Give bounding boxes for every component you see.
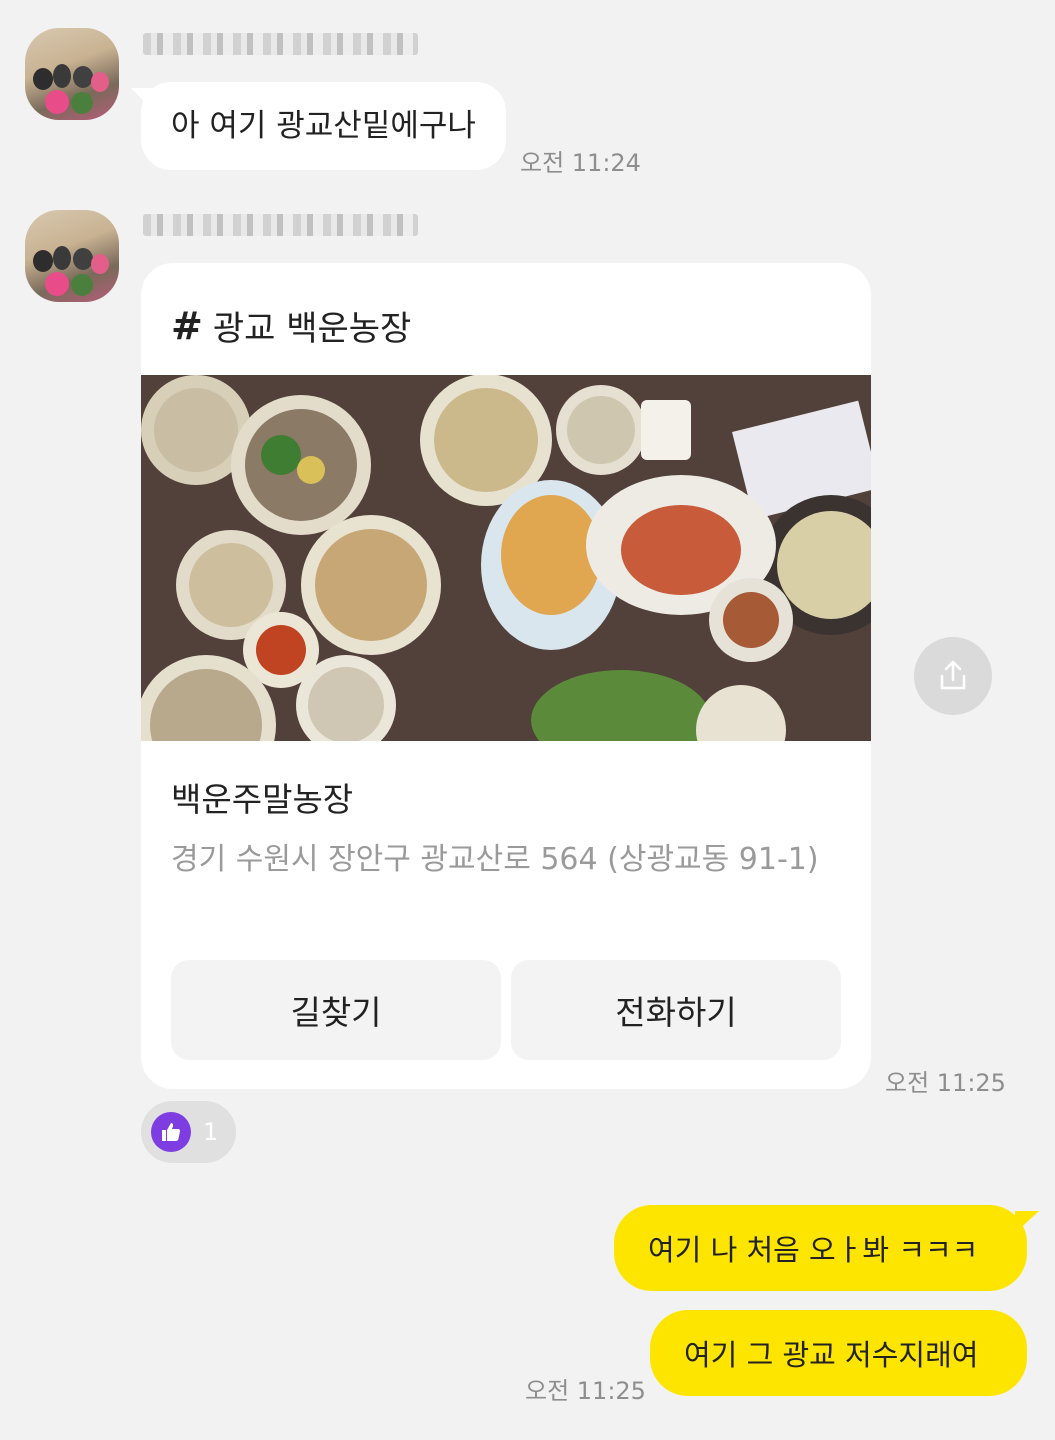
food-table-illustration (141, 374, 871, 795)
place-name: 백운주말농장 (171, 780, 354, 819)
place-photo[interactable] (141, 374, 871, 795)
card-title-text: 광교 백운농장 (212, 309, 412, 349)
message-text: 여기 나 처음 오ㅏ봐 ㅋㅋㅋ (648, 1233, 979, 1267)
message-text: 여기 그 광교 저수지래여 (684, 1338, 979, 1372)
share-icon (940, 660, 966, 690)
message-text: 아 여기 광교산밑에구나 (171, 107, 476, 144)
thumbs-up-icon (151, 1112, 191, 1152)
place-address: 경기 수원시 장안구 광교산로 564 (상광교동 91-1) (171, 842, 819, 877)
sender-avatar[interactable] (25, 210, 119, 302)
call-button-label: 전화하기 (615, 993, 737, 1032)
card-title: # 광교 백운농장 (171, 301, 411, 350)
share-button[interactable] (914, 637, 992, 715)
incoming-message-bubble[interactable]: 아 여기 광교산밑에구나 (131, 82, 506, 170)
outgoing-message-bubble[interactable]: 여기 그 광교 저수지래여 (650, 1310, 1027, 1396)
message-time: 오전 11:25 (885, 1069, 1006, 1097)
directions-button-label: 길찾기 (290, 993, 382, 1032)
outgoing-message-bubble[interactable]: 여기 나 처음 오ㅏ봐 ㅋㅋㅋ (614, 1205, 1039, 1291)
sender-name-blurred (143, 33, 418, 55)
sender-name-blurred (143, 214, 418, 236)
hashtag-symbol: # (171, 303, 203, 348)
sender-avatar[interactable] (25, 28, 119, 120)
message-time: 오전 11:25 (525, 1377, 646, 1405)
call-button[interactable]: 전화하기 (511, 960, 841, 1060)
place-card[interactable]: # 광교 백운농장 백운주말농장 경기 수원시 장안구 광교산로 564 (상광… (141, 263, 871, 1089)
message-time: 오전 11:24 (520, 149, 641, 177)
reaction-count: 1 (203, 1118, 219, 1146)
reaction-badge[interactable]: 1 (141, 1101, 236, 1163)
directions-button[interactable]: 길찾기 (171, 960, 501, 1060)
